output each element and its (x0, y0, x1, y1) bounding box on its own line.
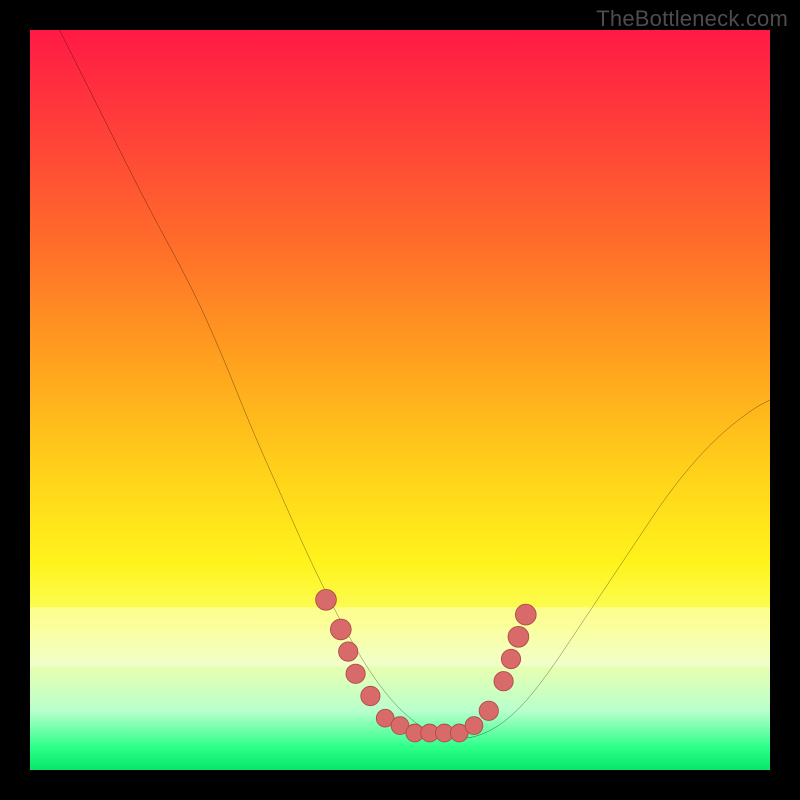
curve-marker (494, 672, 513, 691)
chart-frame: TheBottleneck.com (0, 0, 800, 800)
curve-marker (316, 589, 337, 610)
curve-marker (479, 701, 498, 720)
highlight-bands-group (30, 607, 770, 666)
chart-svg (30, 30, 770, 770)
curve-marker (508, 626, 529, 647)
curve-marker (515, 604, 536, 625)
curve-marker (501, 649, 520, 668)
curve-marker (346, 664, 365, 683)
highlight-band (30, 607, 770, 666)
curve-marker (361, 686, 380, 705)
watermark-text: TheBottleneck.com (596, 6, 788, 32)
curve-marker (330, 619, 351, 640)
chart-plot-area (30, 30, 770, 770)
curve-marker (465, 717, 483, 735)
curve-marker (339, 642, 358, 661)
